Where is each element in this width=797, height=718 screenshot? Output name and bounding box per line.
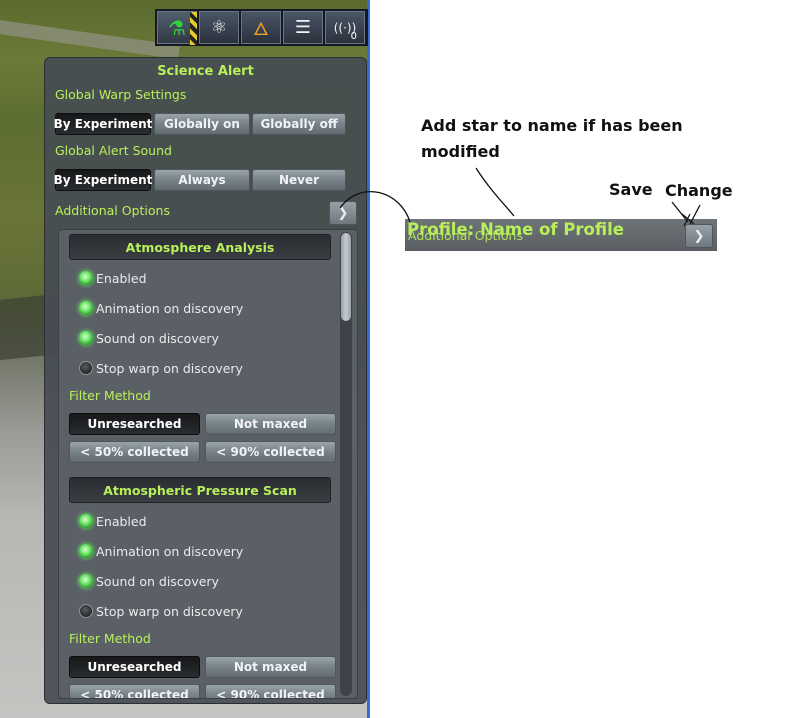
- arrow-to-save: [671, 201, 689, 223]
- arrow-to-panel: [339, 191, 411, 223]
- hand-drawn-arrows: [339, 167, 701, 227]
- arrow-to-profile-name: [475, 167, 515, 217]
